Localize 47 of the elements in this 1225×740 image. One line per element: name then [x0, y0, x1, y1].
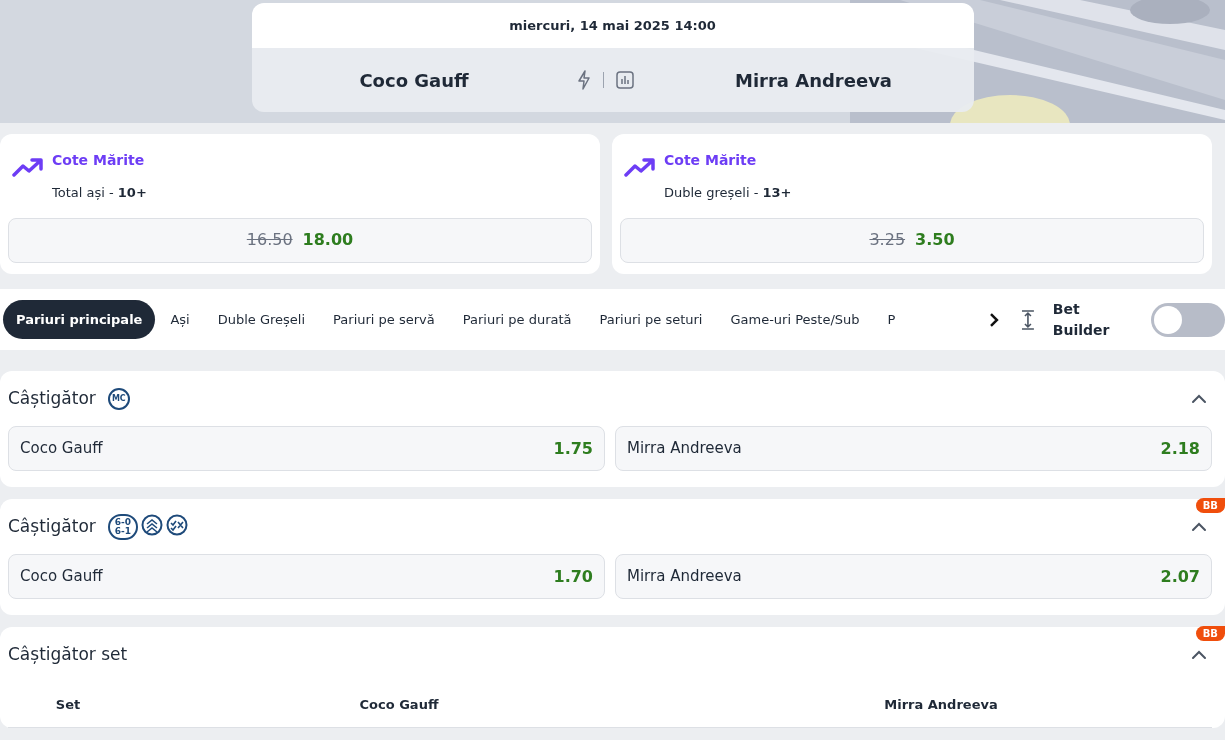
boost-market: Total ași - 10+	[52, 184, 147, 202]
market-title: Câștigător	[8, 386, 96, 410]
selection-button[interactable]: Coco Gauff 1.75	[8, 426, 605, 471]
column-header: Coco Gauff	[358, 695, 440, 714]
chevrons-icon	[140, 513, 163, 536]
bet-builder-toggle[interactable]	[1150, 302, 1225, 337]
tab[interactable]: Pariuri principale	[3, 300, 156, 339]
tab[interactable]: Pariuri pe durată	[449, 300, 585, 339]
tab[interactable]: Duble Greșeli	[204, 300, 319, 339]
tab[interactable]: Game-uri Peste/Sub	[717, 300, 873, 339]
check-cross-icon	[165, 513, 188, 536]
new-odds: 3.50	[915, 229, 955, 251]
chevron-up-icon[interactable]	[1191, 393, 1207, 404]
new-odds: 18.00	[302, 229, 354, 251]
team-name: Coco Gauff	[358, 68, 470, 93]
bb-badge: BB	[1195, 626, 1225, 641]
column-header: Set	[54, 695, 82, 714]
trending-up-icon	[624, 156, 656, 178]
market-title: Câștigător set	[8, 642, 128, 666]
chevron-up-icon[interactable]	[1191, 649, 1207, 660]
selection-button[interactable]: Coco Gauff 1.70	[8, 554, 605, 599]
bb-badge: BB	[1195, 498, 1225, 513]
score-icon: 6-0 6-1	[107, 513, 138, 540]
column-header: Mirra Andreeva	[883, 695, 999, 714]
bet-builder-label: Bet Builder	[1052, 299, 1111, 340]
team-name: Mirra Andreeva	[733, 68, 894, 93]
stats-icon[interactable]	[615, 71, 634, 89]
boost-title: Cote Mărite	[52, 151, 146, 170]
odds-button[interactable]: 16.50 18.00	[8, 217, 592, 263]
expand-vertical-icon[interactable]	[1019, 308, 1036, 331]
tab[interactable]: Pariuri pe seturi	[586, 300, 716, 339]
tab[interactable]: Pariuri pe servă	[320, 300, 448, 339]
mc-icon: MC	[107, 387, 130, 410]
selection-button[interactable]: Mirra Andreeva 2.07	[615, 554, 1212, 599]
boost-market: Duble greșeli - 13+	[664, 184, 792, 202]
chevron-up-icon[interactable]	[1191, 521, 1207, 532]
lightning-icon[interactable]	[576, 70, 591, 90]
tab[interactable]: P	[874, 300, 909, 339]
selection-button[interactable]: Mirra Andreeva 2.18	[615, 426, 1212, 471]
odds-button[interactable]: 3.25 3.50	[620, 217, 1204, 263]
match-date: miercuri, 14 mai 2025 14:00	[509, 16, 716, 35]
old-odds: 3.25	[869, 229, 906, 251]
market-title: Câștigător	[8, 514, 96, 538]
old-odds: 16.50	[246, 229, 293, 251]
boost-title: Cote Mărite	[664, 151, 758, 170]
trending-up-icon	[12, 156, 44, 178]
tab[interactable]: Ași	[157, 300, 203, 339]
